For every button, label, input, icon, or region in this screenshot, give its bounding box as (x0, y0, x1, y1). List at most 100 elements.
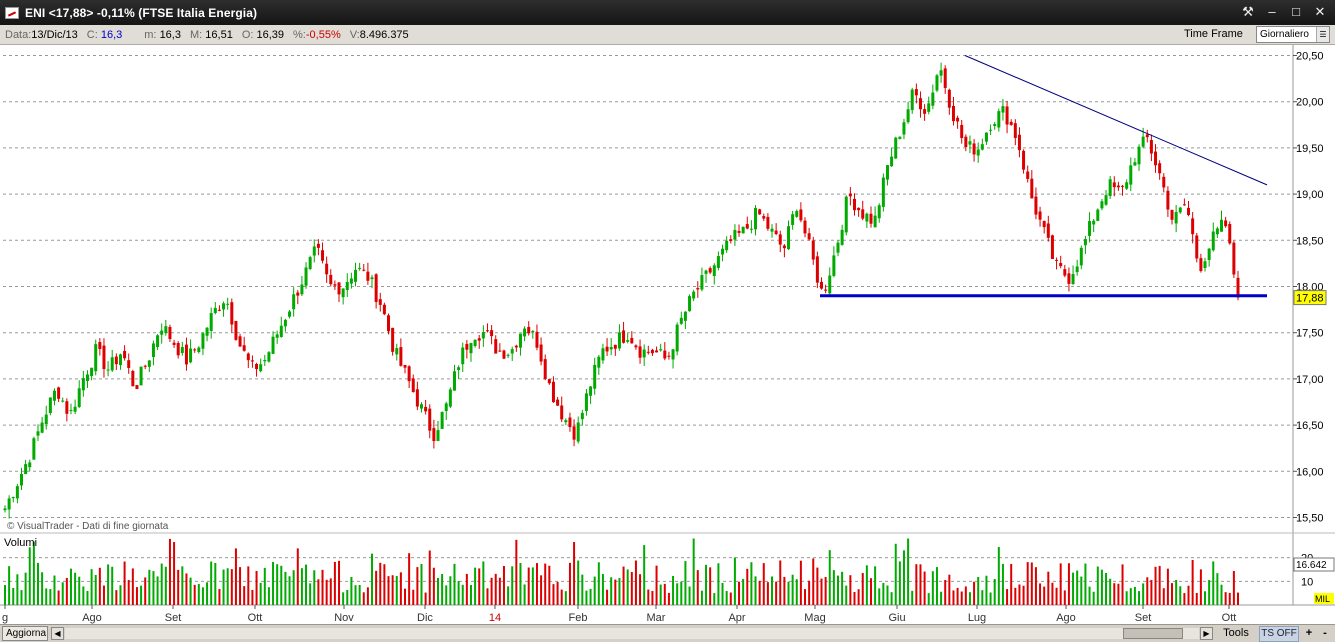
volume-bar (894, 543, 897, 605)
candle-body (255, 364, 259, 370)
candle-body (918, 98, 922, 110)
volume-bar (993, 578, 996, 605)
volume-bar (82, 586, 85, 605)
candle-body (976, 149, 980, 156)
candle-body (1001, 106, 1005, 113)
volume-bar (531, 567, 534, 605)
volume-bar (234, 548, 237, 605)
candle-body (461, 347, 465, 365)
volume-bar (432, 567, 435, 605)
candle-body (749, 228, 753, 230)
ts-toggle-button[interactable]: TS OFF (1259, 626, 1299, 642)
candle-body (671, 349, 675, 360)
volume-bar (313, 570, 316, 605)
candle-body (923, 109, 927, 114)
candle-body (1211, 231, 1215, 251)
volume-bar (173, 542, 176, 605)
volume-bar (721, 582, 724, 605)
candle-body (1170, 209, 1174, 220)
maximize-icon[interactable]: □ (1285, 3, 1307, 21)
candle-body (815, 256, 819, 283)
volume-bar (568, 562, 571, 605)
scroll-left-icon[interactable]: ◀ (51, 627, 64, 640)
candle-body (692, 291, 696, 299)
volume-bar (404, 588, 407, 605)
tools-button[interactable]: Tools (1216, 626, 1256, 641)
candle-body (321, 250, 325, 261)
candle-body (213, 307, 217, 314)
volume-bar (1039, 583, 1042, 605)
candle-body (267, 352, 271, 362)
volume-bar (259, 582, 262, 605)
volume-bar (239, 567, 242, 605)
close-icon[interactable]: ✕ (1309, 3, 1331, 21)
zoom-in-button[interactable]: + (1302, 626, 1316, 642)
candle-body (164, 326, 168, 333)
candle-body (1166, 190, 1170, 210)
candle-body (782, 245, 786, 249)
timeframe-value: Giornaliero (1260, 29, 1309, 40)
volume-bar (20, 590, 23, 605)
volume-bar (366, 587, 369, 605)
scrollbar-thumb[interactable] (1123, 628, 1183, 639)
zoom-out-button[interactable]: - (1318, 626, 1332, 642)
candle-body (283, 319, 287, 327)
minimize-icon[interactable]: – (1261, 3, 1283, 21)
x-tick-label: Mar (647, 612, 666, 624)
candle-body (997, 111, 1001, 128)
volume-bar (371, 553, 374, 605)
volume-bar (956, 587, 959, 605)
tools-icon[interactable]: ⚒ (1237, 3, 1259, 21)
volume-bar (61, 582, 64, 605)
max-readout: M: 16,51 (190, 29, 233, 41)
candle-body (40, 422, 44, 433)
chart-area[interactable]: 20,50 20,00 19,50 19,00 18,50 18,00 17,50 17,00… (0, 45, 1335, 624)
candle-body (741, 226, 745, 234)
candle-body (811, 240, 815, 260)
volume-bar (634, 560, 637, 605)
candle-body (902, 122, 906, 135)
candle-body (131, 370, 135, 387)
volume-bar (218, 589, 221, 605)
candle-body (1059, 263, 1063, 267)
volume-bar (94, 574, 97, 605)
candle-body (65, 401, 69, 414)
candle-body (638, 346, 642, 358)
scroll-right-icon[interactable]: ▶ (1200, 627, 1213, 640)
candle-body (506, 354, 510, 356)
candle-body (774, 230, 778, 235)
dropdown-icon[interactable]: ☰ (1316, 27, 1329, 42)
volume-bar (461, 584, 464, 605)
volume-bar (168, 538, 171, 605)
volume-bar (1179, 586, 1182, 605)
volume-bar (1030, 562, 1033, 605)
volume-bar (597, 562, 600, 605)
y-tick-label: 17,50 (1296, 328, 1324, 340)
volume-bar (606, 589, 609, 605)
volume-bar (1034, 567, 1037, 605)
volume-bar (663, 583, 666, 605)
candle-body (1215, 228, 1219, 235)
candle-body (411, 378, 415, 393)
volume-bar (90, 569, 93, 605)
volume-bar (940, 591, 943, 605)
candle-body (209, 313, 213, 331)
horizontal-scrollbar[interactable] (65, 628, 1199, 639)
volume-bar (902, 550, 905, 605)
volume-bar (659, 584, 662, 605)
volume-bar (527, 567, 530, 605)
volume-bar (585, 590, 588, 605)
candle-body (374, 274, 378, 302)
candle-body (1026, 171, 1030, 179)
candle-body (3, 508, 7, 511)
volume-bar (791, 574, 794, 605)
candle-body (535, 331, 539, 348)
volume-bar (1072, 572, 1075, 605)
timeframe-select[interactable]: Giornaliero ☰ (1256, 26, 1330, 43)
volume-bar (449, 576, 452, 605)
refresh-button[interactable]: Aggiorna (2, 626, 48, 641)
price-chart[interactable]: 20,5020,0019,5019,0018,5018,0017,5017,00… (0, 45, 1335, 624)
volume-bar (1166, 568, 1169, 605)
candle-body (485, 330, 489, 332)
candle-body (704, 270, 708, 274)
